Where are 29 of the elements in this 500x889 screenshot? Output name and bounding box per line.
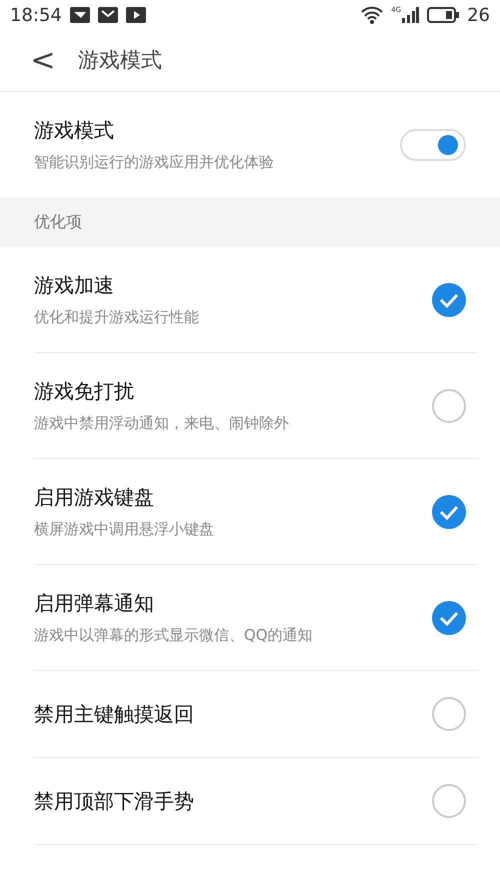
option-description: 优化和提升游戏运行性能 <box>34 307 199 328</box>
checkbox[interactable] <box>432 494 466 528</box>
battery-icon <box>427 7 460 23</box>
section-header: 优化项 <box>0 197 500 247</box>
option-title: 游戏加速 <box>34 272 115 300</box>
battery-level: 26 <box>467 4 490 28</box>
status-time: 18:54 <box>10 4 62 28</box>
play-notification-icon <box>126 7 146 23</box>
page-title: 游戏模式 <box>78 46 162 74</box>
option-title: 禁用主键触摸返回 <box>34 701 194 728</box>
back-button[interactable]: < <box>28 46 58 76</box>
checkbox[interactable] <box>432 784 466 818</box>
checkbox[interactable] <box>432 282 466 316</box>
option-title: 启用弹幕通知 <box>34 590 155 618</box>
wifi-icon <box>361 6 384 24</box>
setting-title: 游戏模式 <box>34 117 115 144</box>
toggle-switch[interactable] <box>400 128 466 160</box>
option-title: 启用游戏键盘 <box>34 484 155 512</box>
setting-description: 智能识别运行的游戏应用并优化体验 <box>34 152 274 174</box>
checkbox[interactable] <box>432 600 466 634</box>
option-description: 游戏中禁用浮动通知，来电、闹钟除外 <box>34 413 289 434</box>
option-title: 禁用顶部下滑手势 <box>34 788 194 815</box>
signal-icon <box>401 7 420 23</box>
option-title: 游戏免打扰 <box>34 378 135 406</box>
mail-notification-icon <box>98 7 118 23</box>
option-description: 游戏中以弹幕的形式显示微信、QQ的通知 <box>34 625 313 646</box>
option-description: 横屏游戏中调用悬浮小键盘 <box>34 519 214 540</box>
checkbox[interactable] <box>432 388 466 422</box>
checkbox[interactable] <box>432 697 466 731</box>
